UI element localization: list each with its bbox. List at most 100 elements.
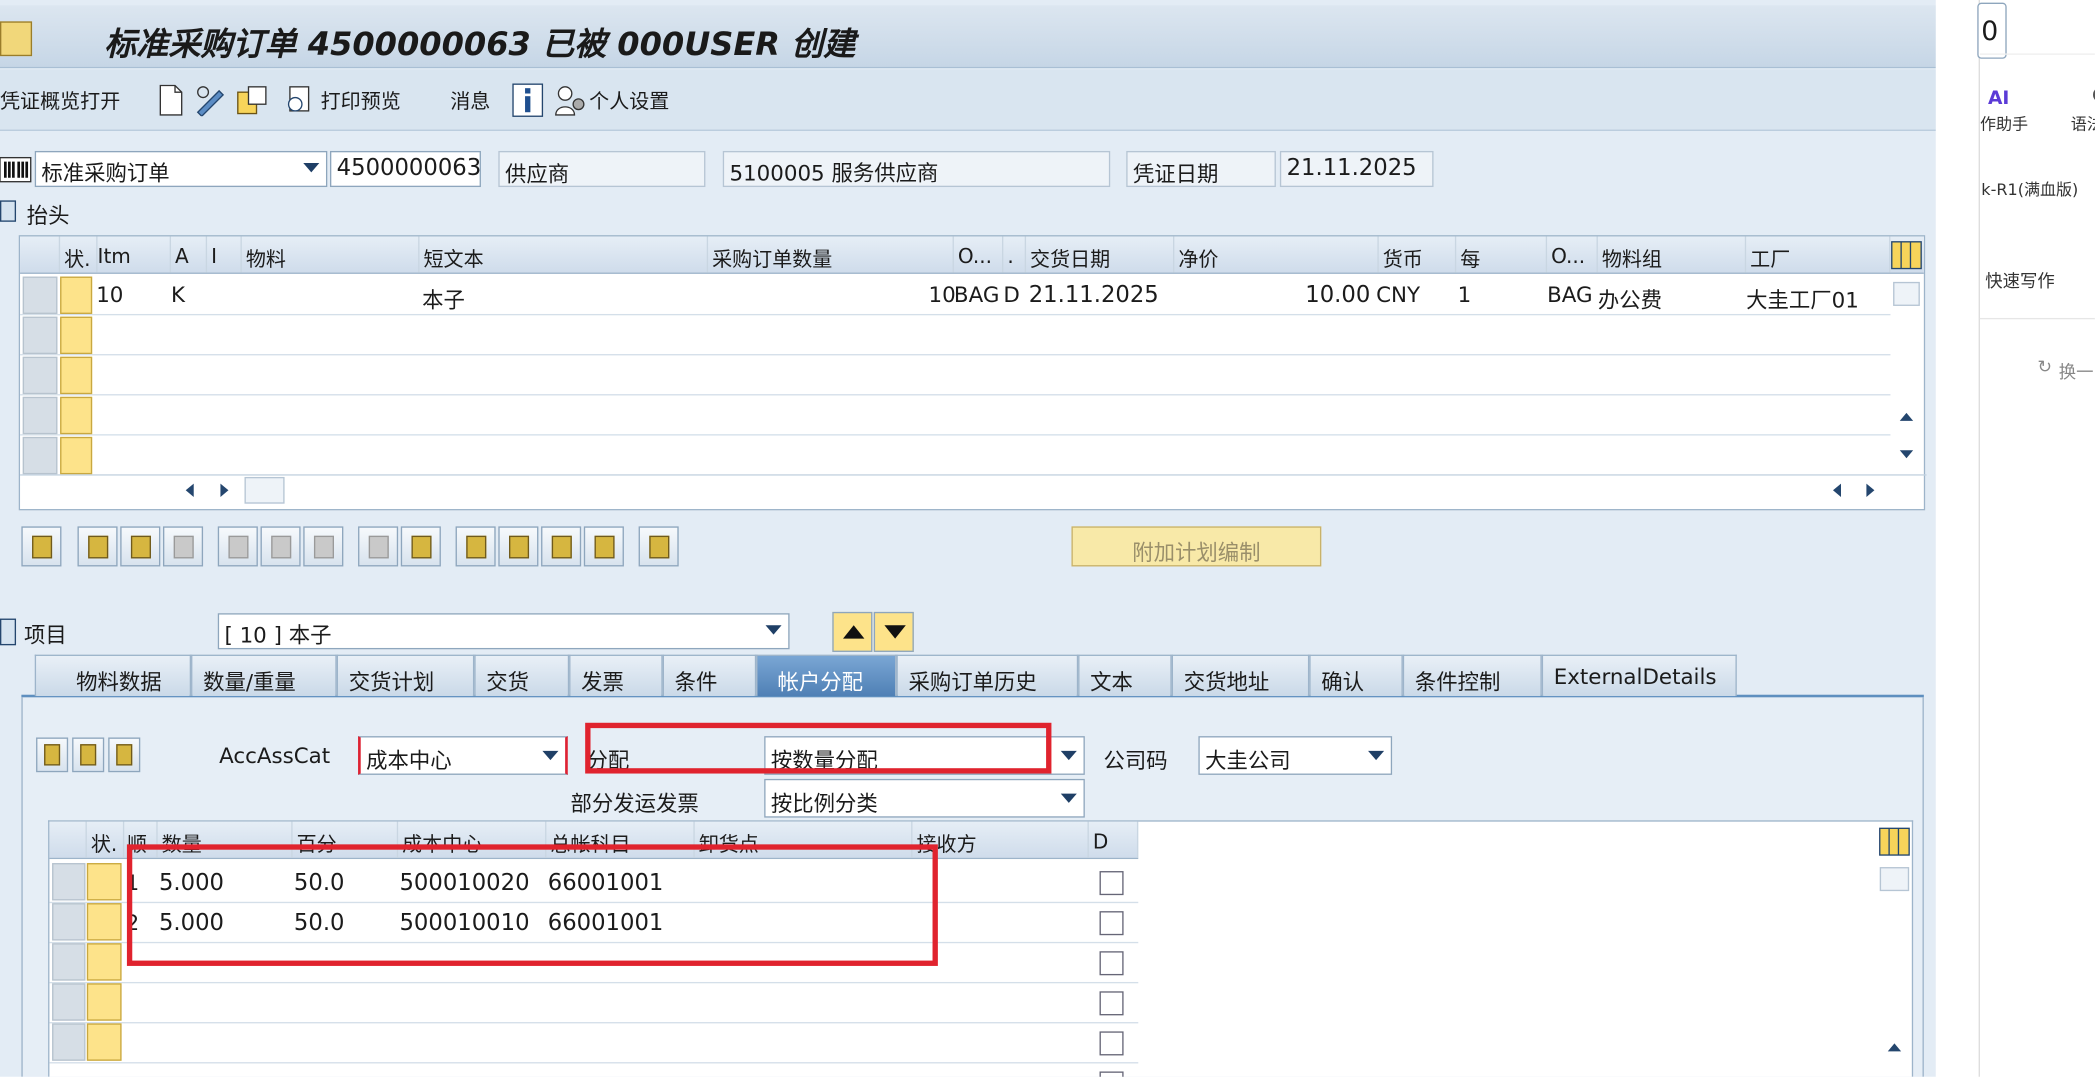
item-select[interactable]: [ 10 ] 本子 [217, 613, 790, 650]
tab-po-history[interactable]: 采购订单历史 [896, 654, 1079, 697]
status-cell[interactable] [60, 276, 93, 314]
status-cell[interactable] [60, 436, 93, 475]
other-document-icon[interactable] [235, 84, 270, 116]
collapse-item-icon[interactable] [0, 618, 17, 646]
personal-settings-button[interactable]: 个人设置 [589, 87, 669, 115]
status-cell[interactable] [86, 903, 122, 941]
status-cell[interactable] [86, 943, 122, 981]
select-all-icon[interactable] [20, 236, 61, 273]
order-price-unit[interactable]: BAG [1547, 282, 1592, 307]
delete-flag-checkbox[interactable] [1099, 871, 1124, 896]
side-input[interactable]: 0 [1977, 2, 2007, 59]
tab-conditions[interactable]: 条件 [662, 654, 757, 697]
status-cell[interactable] [86, 863, 122, 901]
status-cell[interactable] [86, 983, 122, 1021]
scroll-right-icon[interactable] [218, 481, 231, 500]
delete-flag-checkbox[interactable] [1099, 911, 1124, 936]
additional-planning-button[interactable]: 附加计划编制 [1071, 526, 1322, 567]
info-icon[interactable] [512, 83, 544, 118]
delete-flag-checkbox[interactable] [1099, 1031, 1124, 1056]
delete-flag-checkbox[interactable] [1099, 991, 1124, 1016]
column-layout-icon[interactable] [1878, 827, 1910, 856]
vendor-field[interactable]: 5100005 服务供应商 [722, 150, 1111, 188]
col-header[interactable]: Itm [94, 236, 172, 273]
tab-quantity-weight[interactable]: 数量/重量 [191, 654, 337, 697]
previous-item-button[interactable] [832, 611, 873, 652]
col-header[interactable]: . [1003, 236, 1027, 273]
company-code-select[interactable]: 大圭公司 [1198, 736, 1393, 775]
personal-settings-icon[interactable] [553, 83, 585, 118]
col-header[interactable]: 物料组 [1598, 236, 1747, 273]
short-text[interactable]: 本子 [422, 282, 465, 314]
unlock-button[interactable] [303, 526, 344, 567]
tab-invoice[interactable]: 发票 [569, 654, 663, 697]
col-header[interactable]: O... [954, 236, 1004, 273]
tab-account-assignment[interactable]: 帐户分配 [756, 654, 897, 697]
scroll-left-icon[interactable] [1830, 481, 1843, 500]
tab-delivery[interactable]: 交货 [474, 654, 570, 697]
scroll-down-icon[interactable] [1897, 448, 1916, 461]
col-header[interactable]: O... [1547, 236, 1598, 273]
row-selector[interactable] [22, 276, 58, 314]
col-header[interactable]: 工厂 [1746, 236, 1891, 273]
building-button[interactable] [108, 737, 141, 773]
status-cell[interactable] [60, 316, 93, 355]
tab-external-details[interactable]: ExternalDetails [1541, 654, 1737, 697]
col-header[interactable]: 交货日期 [1026, 236, 1175, 273]
document-overview-button[interactable]: 凭证概览打开 [0, 87, 120, 115]
row-selector[interactable] [52, 903, 86, 941]
delete-flag-checkbox[interactable] [1099, 1071, 1124, 1077]
copy-button[interactable] [358, 526, 399, 567]
row-selector[interactable] [52, 1023, 86, 1061]
lock-button[interactable] [260, 526, 301, 567]
scroll-up-icon[interactable] [1897, 410, 1916, 423]
col-header[interactable]: 状. [60, 236, 98, 273]
delivery-date[interactable]: 21.11.2025 [1029, 282, 1159, 309]
scroll-left-icon[interactable] [183, 481, 196, 500]
price-unit[interactable]: 1 [1458, 282, 1472, 307]
select-all-button[interactable] [77, 526, 118, 567]
currency[interactable]: CNY [1376, 282, 1420, 307]
material-group[interactable]: 办公费 [1598, 282, 1662, 314]
deselect-all-button[interactable] [162, 526, 204, 567]
quick-write-label[interactable]: 快速写作 [1985, 267, 2054, 293]
item-number[interactable]: 10 [96, 282, 123, 307]
col-header[interactable]: 每 [1456, 236, 1548, 273]
paste-button[interactable] [400, 526, 441, 567]
select-block-button[interactable] [120, 526, 161, 567]
col-header[interactable]: 货币 [1379, 236, 1457, 273]
col-header[interactable]: 物料 [242, 236, 420, 273]
tab-confirmation[interactable]: 确认 [1309, 654, 1403, 697]
sort-desc-button[interactable] [498, 526, 539, 567]
partial-invoice-select[interactable]: 按比例分类 [764, 778, 1085, 818]
clipboard-button[interactable] [638, 526, 679, 567]
tab-material-data[interactable]: 物料数据 [34, 654, 192, 697]
item-details-button[interactable] [21, 526, 62, 567]
po-quantity[interactable]: 10 [929, 282, 956, 307]
net-price[interactable]: 10.00 [1305, 282, 1370, 309]
scroll-right-icon[interactable] [1864, 481, 1877, 500]
col-header[interactable]: 采购订单数量 [708, 236, 954, 273]
plant[interactable]: 大圭工厂01 [1746, 282, 1859, 314]
tab-delivery-address[interactable]: 交货地址 [1171, 654, 1310, 697]
tab-delivery-schedule[interactable]: 交货计划 [336, 654, 475, 697]
row-selector[interactable] [22, 316, 58, 355]
col-header[interactable]: A [171, 236, 208, 273]
select-all-icon[interactable] [49, 821, 87, 858]
print-preview-button[interactable]: 打印预览 [321, 87, 401, 115]
status-cell[interactable] [60, 396, 93, 435]
sort-asc-button[interactable] [455, 526, 496, 567]
col-header[interactable]: I [207, 236, 242, 273]
acc-ass-cat-select[interactable]: 成本中心 [358, 736, 568, 775]
scroll-up-icon[interactable] [1885, 1041, 1904, 1054]
print-preview-icon[interactable] [285, 84, 314, 116]
row-selector[interactable] [22, 356, 58, 395]
account-category[interactable]: K [171, 282, 185, 307]
row-selector[interactable] [52, 943, 86, 981]
po-number-field[interactable]: 4500000063 [329, 150, 481, 188]
model-label[interactable]: k-R1(满血版) [1981, 178, 2078, 201]
refresh-label[interactable]: 换一 [2059, 358, 2094, 383]
writing-assistant-label[interactable]: 作助手 [1980, 112, 2028, 135]
tab-text[interactable]: 文本 [1078, 654, 1172, 697]
col-header[interactable]: 状. [87, 821, 125, 858]
